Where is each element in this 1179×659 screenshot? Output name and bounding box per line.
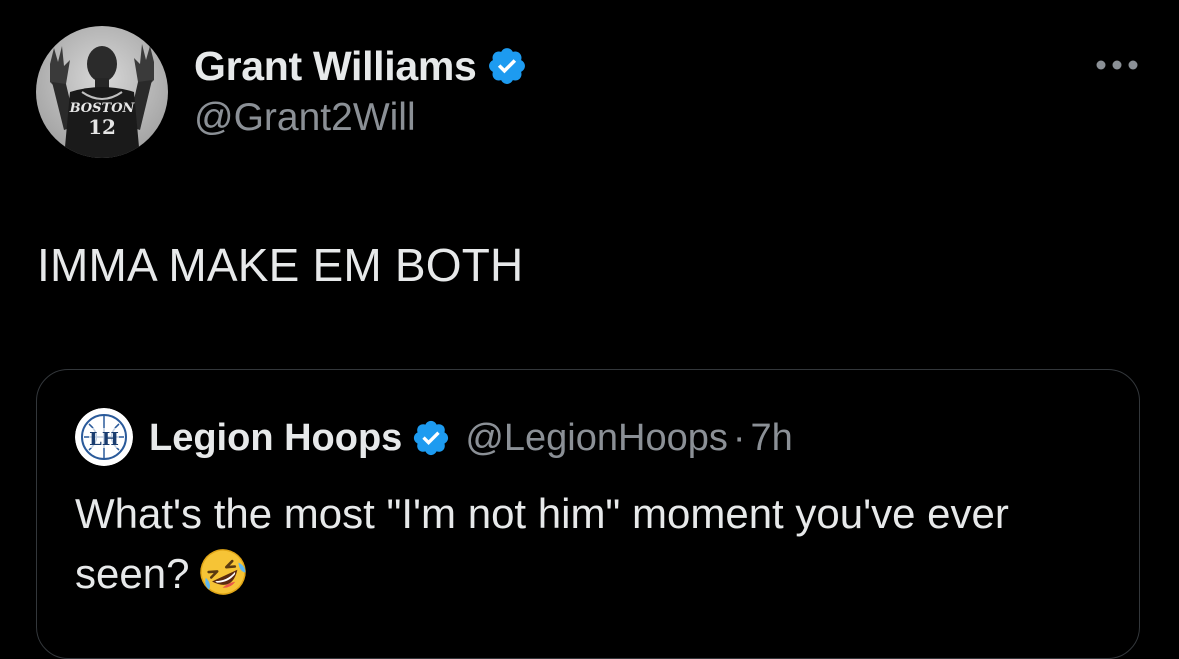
quoted-tweet-card[interactable]: LH Legion Hoops @LegionHoops · 7h What's… xyxy=(36,369,1140,659)
quoted-verified-badge-icon[interactable] xyxy=(411,418,451,458)
author-avatar[interactable]: BOSTON 12 xyxy=(36,26,168,158)
avatar-jersey-text: BOSTON xyxy=(69,101,136,116)
quoted-author-avatar[interactable]: LH xyxy=(75,408,133,466)
rolling-on-the-floor-laughing-emoji-icon xyxy=(197,546,249,598)
author-handle[interactable]: @Grant2Will xyxy=(194,96,416,140)
quoted-author-display-name[interactable]: Legion Hoops xyxy=(149,417,402,460)
verified-badge-icon[interactable] xyxy=(486,45,528,87)
separator-dot: · xyxy=(732,416,746,459)
tweet-text: IMMA MAKE EM BOTH xyxy=(37,239,524,291)
more-options-button[interactable] xyxy=(1088,50,1146,80)
avatar-photo: BOSTON 12 xyxy=(36,26,168,158)
quoted-author-handle[interactable]: @LegionHoops xyxy=(465,417,728,460)
avatar-jersey-number: 12 xyxy=(88,115,116,139)
quoted-tweet-text: What's the most "I'm not him" moment you… xyxy=(75,484,1115,604)
more-horizontal-icon xyxy=(1096,60,1138,70)
quoted-tweet-timestamp[interactable]: 7h xyxy=(751,417,793,460)
author-name-row: Grant Williams xyxy=(194,40,528,92)
quoted-tweet-header: Legion Hoops @LegionHoops · 7h xyxy=(149,412,793,464)
legion-hoops-logo: LH xyxy=(75,408,133,466)
tweet: BOSTON 12 Grant Williams @Grant2Will IMM… xyxy=(0,0,1179,659)
legion-hoops-logo-text: LH xyxy=(89,429,119,450)
author-display-name[interactable]: Grant Williams xyxy=(194,43,477,90)
